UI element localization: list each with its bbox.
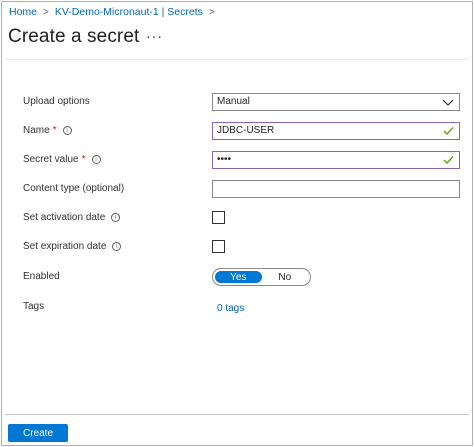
tags-label: Tags (23, 301, 45, 312)
upload-options-value: Manual (217, 96, 250, 107)
enabled-yes-option[interactable]: Yes (215, 271, 262, 283)
breadcrumb-separator: > (43, 6, 49, 18)
create-secret-blade: Home > KV-Demo-Micronaut-1 | Secrets > C… (1, 1, 473, 446)
required-asterisk: * (52, 125, 57, 136)
secret-value-input[interactable]: •••• (212, 151, 460, 169)
upload-options-label: Upload options (23, 96, 90, 107)
name-label: Name * i (23, 125, 72, 136)
info-icon[interactable]: i (62, 126, 72, 135)
name-value: JDBC-USER (217, 125, 275, 136)
breadcrumb-separator: > (208, 6, 215, 18)
breadcrumb: Home > KV-Demo-Micronaut-1 | Secrets > (9, 5, 221, 19)
expiration-date-label: Set expiration date i (23, 241, 122, 252)
upload-options-row: Upload options Manual (23, 93, 460, 113)
expiration-date-row: Set expiration date i (23, 238, 458, 258)
tags-row: Tags 0 tags (23, 298, 458, 318)
info-icon[interactable]: i (111, 213, 121, 222)
secret-value-label: Secret value * i (23, 154, 101, 165)
upload-options-select[interactable]: Manual (212, 93, 460, 111)
enabled-toggle[interactable]: Yes No (212, 268, 311, 286)
enabled-no-option[interactable]: No (262, 271, 309, 283)
more-options-icon[interactable]: ··· (146, 28, 163, 44)
activation-date-checkbox[interactable] (212, 211, 225, 224)
enabled-row: Enabled Yes No (23, 268, 458, 288)
header-divider (5, 59, 469, 60)
enabled-label: Enabled (23, 271, 60, 282)
breadcrumb-vault-secrets[interactable]: KV-Demo-Micronaut-1 | Secrets (55, 6, 203, 18)
info-icon[interactable]: i (91, 155, 101, 164)
page-title: Create a secret (8, 26, 140, 47)
create-button[interactable]: Create (8, 424, 68, 442)
secret-value-row: Secret value * i •••• (23, 151, 460, 171)
chevron-down-icon (442, 99, 454, 106)
activation-date-label: Set activation date i (23, 212, 121, 223)
expiration-date-checkbox[interactable] (212, 240, 225, 253)
footer-divider (5, 414, 469, 415)
name-row: Name * i JDBC-USER (23, 122, 460, 142)
activation-date-row: Set activation date i (23, 209, 458, 229)
secret-value-masked: •••• (217, 154, 232, 165)
name-input[interactable]: JDBC-USER (212, 122, 460, 140)
checkmark-icon (443, 127, 454, 135)
content-type-label: Content type (optional) (23, 183, 125, 194)
breadcrumb-home[interactable]: Home (9, 6, 37, 18)
info-icon[interactable]: i (112, 242, 122, 251)
content-type-row: Content type (optional) (23, 180, 460, 200)
content-type-input[interactable] (212, 180, 460, 198)
tags-link[interactable]: 0 tags (217, 303, 244, 314)
checkmark-icon (443, 156, 454, 164)
required-asterisk: * (81, 154, 86, 165)
